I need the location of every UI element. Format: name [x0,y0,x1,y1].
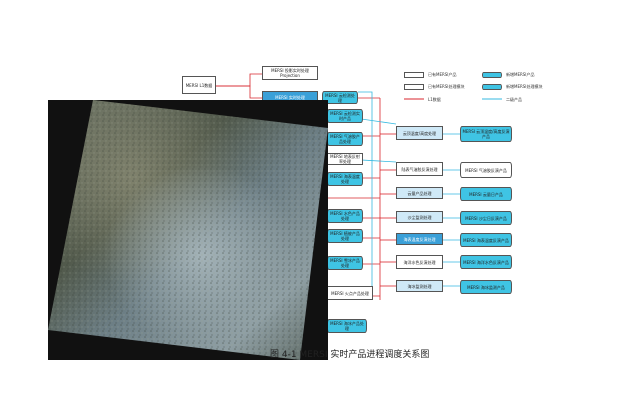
satellite-image [48,100,328,360]
figure: MERSI L1数据 MERSI 投影实时处理 Projection MERSI… [0,0,625,404]
figure-caption: 图 4-1 MERSI 实时产品进程调度关系图 [270,350,430,360]
